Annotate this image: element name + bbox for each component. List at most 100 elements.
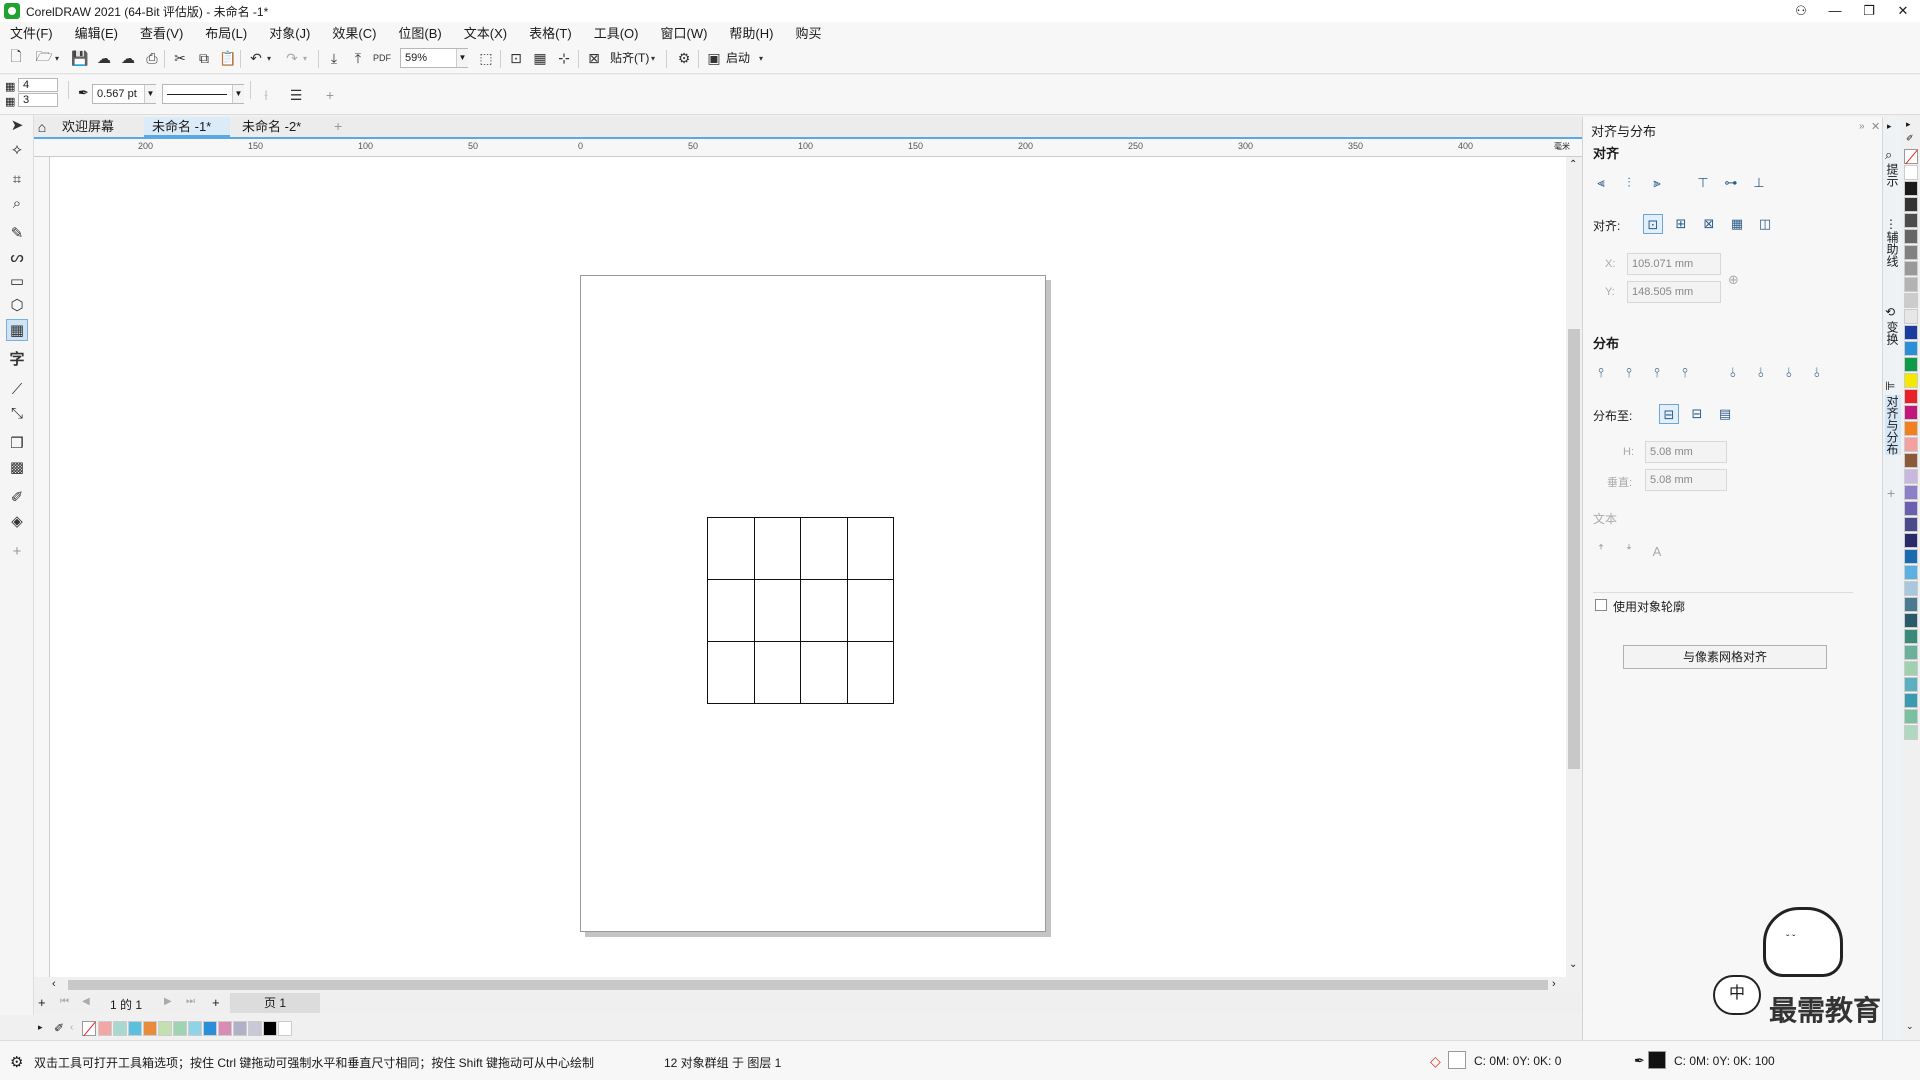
line-style-dropdown-arrow-icon[interactable]: ▼ bbox=[232, 85, 244, 103]
align-distribute-tab-icon[interactable]: ⊫ bbox=[1885, 379, 1895, 393]
document-palette-swatch[interactable] bbox=[98, 1021, 112, 1036]
palette-swatch[interactable] bbox=[1904, 613, 1918, 628]
open-folder-icon[interactable]: 🗁 bbox=[34, 48, 54, 68]
tab-align-distribute[interactable]: 对齐与分布 bbox=[1885, 395, 1901, 455]
menu-item[interactable]: 文本(X) bbox=[464, 23, 507, 42]
last-page-icon[interactable]: ⏭ bbox=[186, 996, 195, 1007]
palette-scroll-down-icon[interactable]: ⌄ bbox=[1906, 1021, 1914, 1032]
show-guidelines-icon[interactable]: ⊹ bbox=[554, 48, 574, 68]
previous-page-icon[interactable]: ◀ bbox=[82, 996, 90, 1007]
palette-scroll-left-icon[interactable]: ‹ bbox=[70, 1022, 73, 1033]
use-outline-checkbox[interactable] bbox=[1595, 599, 1607, 611]
distribute-object-spacing-icon[interactable]: ▤ bbox=[1715, 404, 1735, 424]
menu-item[interactable]: 效果(C) bbox=[332, 23, 376, 42]
add-page-after-icon[interactable]: + bbox=[212, 995, 220, 1010]
align-to-page-edge-icon[interactable]: ⊞ bbox=[1671, 214, 1691, 234]
document-palette-swatch[interactable] bbox=[278, 1021, 292, 1036]
launch-app-icon[interactable]: ▣ bbox=[704, 48, 724, 68]
palette-swatch[interactable] bbox=[1904, 245, 1918, 260]
distribute-left-icon[interactable]: ⫯ bbox=[1591, 363, 1611, 383]
interactive-fill-tool-icon[interactable]: ◈ bbox=[6, 511, 28, 533]
next-page-icon[interactable]: ▶ bbox=[164, 996, 172, 1007]
menu-item[interactable]: 帮助(H) bbox=[729, 23, 773, 42]
distribute-bottom-icon[interactable]: ⫰ bbox=[1807, 363, 1827, 383]
options-gear-icon[interactable]: ⚙ bbox=[674, 48, 694, 68]
palette-swatch[interactable] bbox=[1904, 277, 1918, 292]
docker-close-icon[interactable]: ✕ bbox=[1871, 120, 1880, 133]
drop-shadow-tool-icon[interactable]: ❒ bbox=[6, 433, 28, 455]
palette-no-color-swatch[interactable] bbox=[1904, 149, 1918, 165]
document-palette-swatch[interactable] bbox=[128, 1021, 142, 1036]
palette-swatch[interactable] bbox=[1904, 229, 1918, 244]
palette-swatch[interactable] bbox=[1904, 709, 1918, 724]
table-object[interactable] bbox=[707, 517, 894, 704]
eyedropper-tool-icon[interactable]: ✐ bbox=[6, 487, 28, 509]
guidelines-tab-icon[interactable]: ⋮ bbox=[1885, 217, 1897, 231]
table-cell[interactable] bbox=[707, 641, 755, 704]
table-cell[interactable] bbox=[800, 517, 848, 580]
document-palette-swatch[interactable] bbox=[158, 1021, 172, 1036]
palette-swatch[interactable] bbox=[1904, 661, 1918, 676]
save-icon[interactable]: 💾 bbox=[70, 48, 90, 68]
add-tool-icon[interactable]: + bbox=[6, 541, 28, 563]
menu-item[interactable]: 购买 bbox=[795, 23, 821, 42]
account-icon[interactable]: ⚇ bbox=[1784, 0, 1818, 22]
align-bottom-icon[interactable]: ⊥ bbox=[1749, 173, 1769, 193]
fill-color-swatch[interactable] bbox=[1448, 1051, 1466, 1069]
document-palette-swatch[interactable] bbox=[203, 1021, 217, 1036]
scroll-left-icon[interactable]: ‹ bbox=[52, 978, 56, 990]
import-icon[interactable]: ⤓ bbox=[324, 48, 344, 68]
undo-dropdown-arrow-icon[interactable]: ▾ bbox=[264, 48, 274, 68]
show-grid-icon[interactable]: ▦ bbox=[530, 48, 550, 68]
hints-tab-icon[interactable]: ⌕ bbox=[1885, 147, 1892, 163]
dimension-tool-icon[interactable]: ⟋ bbox=[6, 379, 28, 401]
align-left-icon[interactable]: ⫷ bbox=[1591, 173, 1611, 193]
docker-collapse-icon[interactable]: » bbox=[1859, 121, 1865, 132]
align-center-vertical-icon[interactable]: ⊶ bbox=[1721, 173, 1741, 193]
palette-swatch[interactable] bbox=[1904, 165, 1918, 180]
palette-swatch[interactable] bbox=[1904, 549, 1918, 564]
palette-eyedropper-icon[interactable]: ✐ bbox=[1906, 133, 1914, 144]
text-tool-icon[interactable]: 字 bbox=[6, 349, 28, 371]
add-page-before-icon[interactable]: + bbox=[38, 995, 46, 1010]
publish-pdf-icon[interactable]: PDF bbox=[372, 48, 392, 68]
vertical-scrollbar[interactable]: ⌃ ⌄ bbox=[1566, 157, 1582, 977]
new-document-icon[interactable]: 🗋 bbox=[6, 48, 26, 68]
tab-guidelines[interactable]: 辅助线 bbox=[1885, 231, 1901, 267]
vertical-spacing-field[interactable]: 5.08 mm bbox=[1645, 469, 1727, 491]
wrap-text-icon[interactable]: ⟊ bbox=[256, 85, 276, 105]
palette-swatch[interactable] bbox=[1904, 677, 1918, 692]
launch-menu[interactable]: 启动 bbox=[726, 49, 750, 66]
menu-item[interactable]: 编辑(E) bbox=[75, 23, 118, 42]
artistic-media-tool-icon[interactable]: ᔕ bbox=[6, 247, 28, 269]
restore-button[interactable]: ❐ bbox=[1852, 0, 1886, 22]
palette-swatch[interactable] bbox=[1904, 469, 1918, 484]
print-icon[interactable]: ⎙ bbox=[142, 48, 162, 68]
palette-swatch[interactable] bbox=[1904, 581, 1918, 596]
distribute-spacing-vertical-icon[interactable]: ⫰ bbox=[1779, 363, 1799, 383]
redo-icon[interactable]: ↷ bbox=[282, 48, 302, 68]
document-palette-swatch[interactable] bbox=[218, 1021, 232, 1036]
export-icon[interactable]: ⤒ bbox=[348, 48, 368, 68]
palette-swatch[interactable] bbox=[1904, 485, 1918, 500]
menu-item[interactable]: 位图(B) bbox=[398, 23, 441, 42]
polygon-tool-icon[interactable]: ⬡ bbox=[6, 295, 28, 317]
document-palette-swatch[interactable] bbox=[188, 1021, 202, 1036]
menu-item[interactable]: 表格(T) bbox=[529, 23, 572, 42]
add-toolbar-icon[interactable]: + bbox=[320, 85, 340, 105]
text-last-baseline-icon[interactable]: ꜜ bbox=[1619, 542, 1639, 562]
tabstrip-expand-icon[interactable]: ▸ bbox=[1887, 121, 1892, 132]
freehand-tool-icon[interactable]: ✎ bbox=[6, 223, 28, 245]
table-tool-icon[interactable]: ▦ bbox=[6, 319, 28, 341]
y-position-field[interactable]: 148.505 mm bbox=[1627, 281, 1721, 303]
tab-transform[interactable]: 变换 bbox=[1885, 321, 1901, 345]
menu-item[interactable]: 窗口(W) bbox=[660, 23, 707, 42]
palette-swatch[interactable] bbox=[1904, 597, 1918, 612]
vertical-scroll-thumb[interactable] bbox=[1568, 329, 1580, 769]
menu-item[interactable]: 布局(L) bbox=[205, 23, 247, 42]
distribute-top-icon[interactable]: ⫰ bbox=[1723, 363, 1743, 383]
align-to-active-objects-icon[interactable]: ⊡ bbox=[1643, 214, 1663, 234]
palette-swatch[interactable] bbox=[1904, 501, 1918, 516]
palette-swatch[interactable] bbox=[1904, 533, 1918, 548]
distribute-to-selection-icon[interactable]: ⊟ bbox=[1659, 404, 1679, 424]
